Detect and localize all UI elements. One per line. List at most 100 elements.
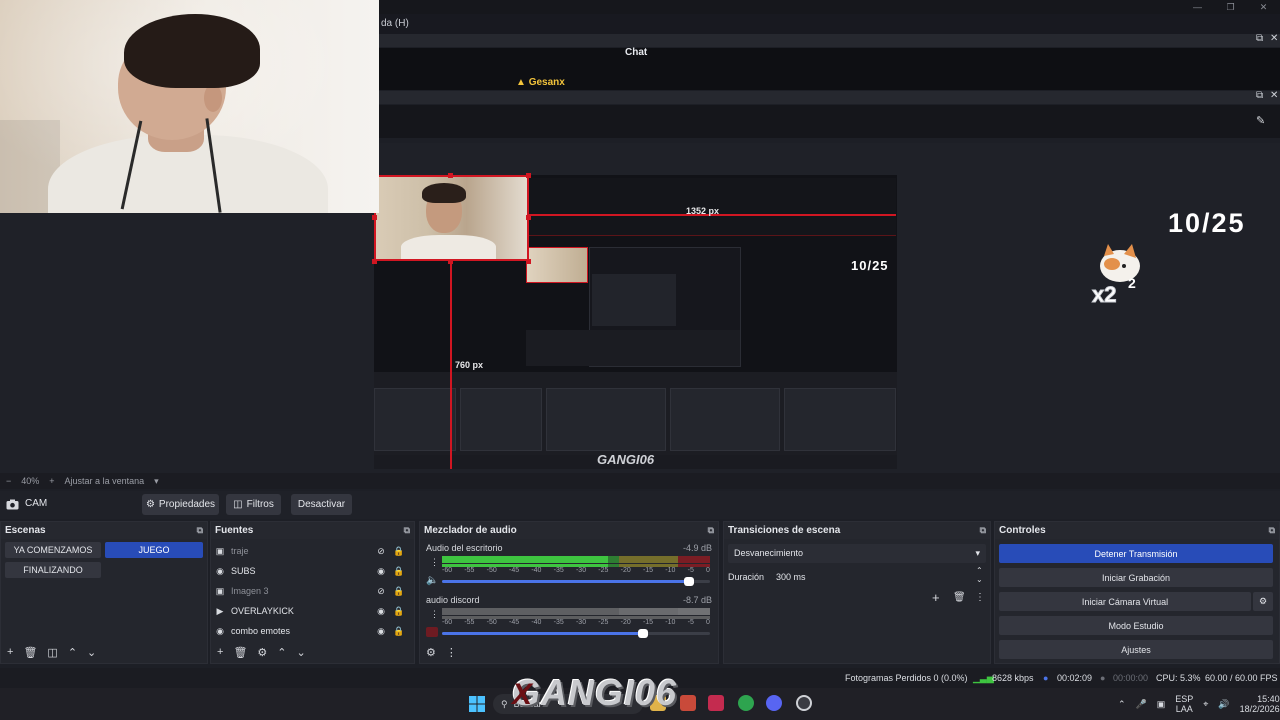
- clock[interactable]: 15:40 18/2/2026: [1240, 694, 1280, 714]
- resize-handle[interactable]: [372, 215, 377, 220]
- language-indicator[interactable]: ESP LAA: [1175, 694, 1193, 714]
- properties-button[interactable]: ⚙ Propiedades: [142, 494, 219, 515]
- close-icon[interactable]: ✕: [1247, 0, 1280, 14]
- display-icon[interactable]: ▣: [1157, 699, 1166, 710]
- menu-item-help[interactable]: da (H): [381, 18, 409, 29]
- float-icon[interactable]: ⧉: [404, 522, 410, 539]
- resize-handle[interactable]: [526, 215, 531, 220]
- chevron-down-icon[interactable]: ⌄: [87, 646, 96, 659]
- windows-start-icon[interactable]: [469, 696, 485, 712]
- add-icon[interactable]: +: [932, 590, 940, 605]
- lock-icon[interactable]: 🔒: [393, 626, 405, 637]
- resize-handle[interactable]: [448, 259, 453, 264]
- lock-icon[interactable]: 🔒: [393, 586, 405, 597]
- volume-slider[interactable]: [442, 577, 710, 586]
- deactivate-button[interactable]: Desactivar: [291, 494, 352, 515]
- resize-handle[interactable]: [448, 173, 453, 178]
- app-icon[interactable]: [680, 695, 696, 711]
- chevron-up-icon[interactable]: ⌃: [1118, 699, 1126, 710]
- kebab-icon[interactable]: ⋮: [446, 646, 457, 659]
- resize-handle[interactable]: [372, 259, 377, 264]
- chevron-up-icon[interactable]: ⌃: [277, 646, 286, 659]
- eye-icon[interactable]: ◉: [375, 626, 387, 637]
- float-icon[interactable]: ⧉: [197, 522, 203, 539]
- filter-icon[interactable]: ◫: [47, 646, 57, 659]
- resize-handle[interactable]: [526, 173, 531, 178]
- speaker-icon[interactable]: 🔈: [426, 575, 438, 586]
- trash-icon[interactable]: 🗑: [953, 592, 966, 603]
- scale-tick: -50: [486, 619, 497, 626]
- settings-button[interactable]: Ajustes: [999, 640, 1273, 659]
- start-virtual-camera-button[interactable]: Iniciar Cámara Virtual: [999, 592, 1251, 611]
- meter-red-zone: [677, 608, 710, 615]
- resize-handle[interactable]: [526, 259, 531, 264]
- eye-icon[interactable]: ◉: [375, 606, 387, 617]
- scale-tick: -30: [575, 567, 587, 574]
- meter-red-zone: [677, 556, 710, 563]
- lock-icon[interactable]: 🔒: [393, 606, 405, 617]
- chevron-up-icon[interactable]: ⌃: [68, 646, 77, 659]
- filters-button[interactable]: ◫ Filtros: [226, 494, 281, 515]
- source-row[interactable]: ▶ OVERLAYKICK ◉ 🔒: [215, 601, 405, 621]
- obs-icon[interactable]: [796, 695, 812, 711]
- microphone-icon[interactable]: 🎤: [1136, 699, 1147, 710]
- kebab-icon[interactable]: ⋮: [975, 592, 985, 603]
- float-icon[interactable]: ⧉: [1256, 90, 1263, 101]
- chevron-down-icon[interactable]: ▾: [154, 476, 159, 487]
- fit-window-label[interactable]: Ajustar a la ventana: [65, 476, 145, 486]
- lock-icon[interactable]: 🔒: [393, 546, 405, 557]
- lock-icon[interactable]: 🔒: [393, 566, 405, 577]
- scene-ya-comenzamos[interactable]: YA COMENZAMOS: [5, 542, 101, 558]
- start-recording-button[interactable]: Iniciar Grabación: [999, 568, 1273, 587]
- selected-webcam-source[interactable]: [374, 175, 529, 261]
- source-row[interactable]: ◉ combo emotes ◉ 🔒: [215, 621, 405, 641]
- volume-icon[interactable]: 🔊: [1218, 699, 1229, 710]
- trash-icon[interactable]: 🗑: [233, 646, 247, 659]
- browser-icon[interactable]: [738, 695, 754, 711]
- source-row[interactable]: ▣ traje ⊘ 🔒: [215, 541, 405, 561]
- chevron-down-icon[interactable]: ⌄: [297, 646, 306, 659]
- zoom-out-button[interactable]: −: [6, 476, 11, 486]
- add-icon[interactable]: +: [7, 646, 13, 659]
- pencil-icon[interactable]: ✎: [1256, 114, 1265, 127]
- eye-icon[interactable]: ◉: [375, 566, 387, 577]
- restore-icon[interactable]: ❐: [1214, 0, 1247, 14]
- scale-tick: -20: [620, 567, 631, 574]
- slider-knob[interactable]: [638, 629, 648, 638]
- float-icon[interactable]: ⧉: [980, 522, 986, 539]
- stop-streaming-button[interactable]: Detener Transmisión: [999, 544, 1273, 563]
- float-icon[interactable]: ⧉: [1269, 522, 1275, 539]
- gear-icon[interactable]: ⚙: [257, 646, 267, 659]
- eye-hidden-icon[interactable]: ⊘: [375, 546, 387, 557]
- close-icon[interactable]: ✕: [1270, 33, 1278, 44]
- eye-hidden-icon[interactable]: ⊘: [375, 586, 387, 597]
- duration-input[interactable]: 300 ms: [770, 568, 982, 587]
- muted-speaker-icon[interactable]: [426, 627, 438, 637]
- wifi-icon[interactable]: ⌖: [1203, 699, 1208, 710]
- gear-icon[interactable]: ⚙: [1253, 592, 1273, 611]
- source-row[interactable]: ▣ Imagen 3 ⊘ 🔒: [215, 581, 405, 601]
- scene-finalizando[interactable]: FINALIZANDO: [5, 562, 101, 578]
- volume-slider[interactable]: [442, 629, 710, 638]
- scene-juego[interactable]: JUEGO: [105, 542, 203, 558]
- slider-knob[interactable]: [683, 577, 694, 586]
- app-icon[interactable]: [708, 695, 724, 711]
- source-row[interactable]: ◉ SUBS ◉ 🔒: [215, 561, 405, 581]
- add-icon[interactable]: +: [217, 646, 223, 659]
- transition-select[interactable]: Desvanecimiento ▾: [728, 544, 986, 563]
- kebab-icon[interactable]: ⋮: [430, 557, 439, 568]
- float-icon[interactable]: ⧉: [708, 522, 714, 539]
- scenes-dock: Escenas ⧉ YA COMENZAMOS JUEGO FINALIZANDO…: [0, 521, 208, 664]
- stepper-icon[interactable]: ⌃ ⌄: [976, 566, 983, 584]
- minimize-icon[interactable]: —: [1181, 0, 1214, 14]
- zoom-in-button[interactable]: +: [49, 476, 54, 486]
- studio-mode-button[interactable]: Modo Estudio: [999, 616, 1273, 635]
- float-icon[interactable]: ⧉: [1256, 33, 1263, 44]
- kebab-icon[interactable]: ⋮: [430, 609, 439, 620]
- scale-tick: -40: [531, 567, 542, 574]
- link-gear-icon[interactable]: ⚙: [426, 646, 436, 659]
- discord-icon[interactable]: [766, 695, 782, 711]
- trash-icon[interactable]: 🗑: [23, 646, 37, 659]
- globe-icon: ◉: [216, 625, 224, 636]
- close-icon[interactable]: ✕: [1270, 90, 1278, 101]
